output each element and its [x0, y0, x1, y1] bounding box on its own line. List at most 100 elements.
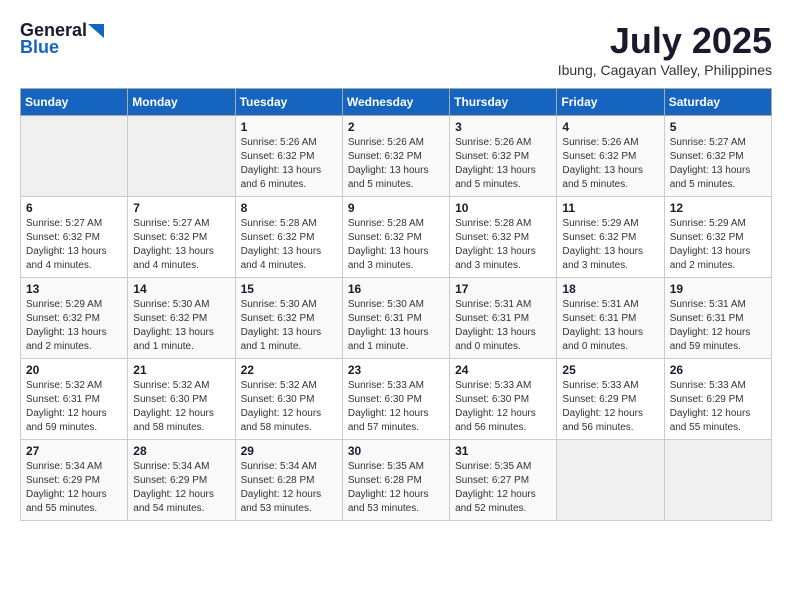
location: Ibung, Cagayan Valley, Philippines	[558, 62, 772, 78]
calendar-cell: 16 Sunrise: 5:30 AM Sunset: 6:31 PM Dayli…	[342, 278, 449, 359]
calendar-cell: 17 Sunrise: 5:31 AM Sunset: 6:31 PM Dayli…	[450, 278, 557, 359]
day-number: 21	[133, 363, 229, 377]
header: General Blue July 2025 Ibung, Cagayan Va…	[20, 20, 772, 78]
weekday-header-monday: Monday	[128, 89, 235, 116]
day-number: 3	[455, 120, 551, 134]
day-info: Sunrise: 5:31 AM Sunset: 6:31 PM Dayligh…	[455, 298, 551, 354]
day-info: Sunrise: 5:32 AM Sunset: 6:30 PM Dayligh…	[241, 379, 337, 435]
calendar-cell: 21 Sunrise: 5:32 AM Sunset: 6:30 PM Dayli…	[128, 359, 235, 440]
day-number: 9	[348, 201, 444, 215]
weekday-header-row: SundayMondayTuesdayWednesdayThursdayFrid…	[21, 89, 772, 116]
day-info: Sunrise: 5:31 AM Sunset: 6:31 PM Dayligh…	[670, 298, 766, 354]
day-info: Sunrise: 5:27 AM Sunset: 6:32 PM Dayligh…	[670, 136, 766, 192]
calendar-cell: 12 Sunrise: 5:29 AM Sunset: 6:32 PM Dayli…	[664, 197, 771, 278]
calendar-cell: 18 Sunrise: 5:31 AM Sunset: 6:31 PM Dayli…	[557, 278, 664, 359]
day-number: 26	[670, 363, 766, 377]
day-info: Sunrise: 5:26 AM Sunset: 6:32 PM Dayligh…	[455, 136, 551, 192]
day-info: Sunrise: 5:29 AM Sunset: 6:32 PM Dayligh…	[562, 217, 658, 273]
calendar-cell: 4 Sunrise: 5:26 AM Sunset: 6:32 PM Daylig…	[557, 116, 664, 197]
weekday-header-tuesday: Tuesday	[235, 89, 342, 116]
day-info: Sunrise: 5:32 AM Sunset: 6:31 PM Dayligh…	[26, 379, 122, 435]
day-info: Sunrise: 5:32 AM Sunset: 6:30 PM Dayligh…	[133, 379, 229, 435]
calendar-cell: 2 Sunrise: 5:26 AM Sunset: 6:32 PM Daylig…	[342, 116, 449, 197]
calendar-cell: 20 Sunrise: 5:32 AM Sunset: 6:31 PM Dayli…	[21, 359, 128, 440]
day-info: Sunrise: 5:34 AM Sunset: 6:29 PM Dayligh…	[133, 460, 229, 516]
calendar-cell: 25Sunrise: 5:33 AM Sunset: 6:29 PM Dayli…	[557, 359, 664, 440]
day-info: Sunrise: 5:33 AM Sunset: 6:30 PM Dayligh…	[348, 379, 444, 435]
day-number: 19	[670, 282, 766, 296]
day-info: Sunrise: 5:30 AM Sunset: 6:32 PM Dayligh…	[133, 298, 229, 354]
calendar-cell: 6Sunrise: 5:27 AM Sunset: 6:32 PM Daylig…	[21, 197, 128, 278]
day-info: Sunrise: 5:35 AM Sunset: 6:28 PM Dayligh…	[348, 460, 444, 516]
day-info: Sunrise: 5:34 AM Sunset: 6:28 PM Dayligh…	[241, 460, 337, 516]
calendar-cell: 13Sunrise: 5:29 AM Sunset: 6:32 PM Dayli…	[21, 278, 128, 359]
calendar-cell: 14 Sunrise: 5:30 AM Sunset: 6:32 PM Dayli…	[128, 278, 235, 359]
logo-blue-text: Blue	[20, 37, 59, 58]
day-number: 29	[241, 444, 337, 458]
day-info: Sunrise: 5:28 AM Sunset: 6:32 PM Dayligh…	[348, 217, 444, 273]
day-number: 6	[26, 201, 122, 215]
weekday-header-saturday: Saturday	[664, 89, 771, 116]
calendar-cell: 24Sunrise: 5:33 AM Sunset: 6:30 PM Dayli…	[450, 359, 557, 440]
calendar-cell	[128, 116, 235, 197]
calendar-cell: 9 Sunrise: 5:28 AM Sunset: 6:32 PM Daylig…	[342, 197, 449, 278]
day-number: 7	[133, 201, 229, 215]
title-area: July 2025 Ibung, Cagayan Valley, Philipp…	[558, 20, 772, 78]
calendar-cell: 8Sunrise: 5:28 AM Sunset: 6:32 PM Daylig…	[235, 197, 342, 278]
logo: General Blue	[20, 20, 105, 58]
calendar-week-row: 1 Sunrise: 5:26 AM Sunset: 6:32 PM Daylig…	[21, 116, 772, 197]
day-info: Sunrise: 5:29 AM Sunset: 6:32 PM Dayligh…	[26, 298, 122, 354]
calendar-cell: 3 Sunrise: 5:26 AM Sunset: 6:32 PM Daylig…	[450, 116, 557, 197]
calendar-cell: 7 Sunrise: 5:27 AM Sunset: 6:32 PM Daylig…	[128, 197, 235, 278]
calendar-cell: 23 Sunrise: 5:33 AM Sunset: 6:30 PM Dayli…	[342, 359, 449, 440]
calendar-table: SundayMondayTuesdayWednesdayThursdayFrid…	[20, 88, 772, 521]
day-number: 23	[348, 363, 444, 377]
day-number: 27	[26, 444, 122, 458]
day-number: 12	[670, 201, 766, 215]
day-number: 30	[348, 444, 444, 458]
calendar-cell	[21, 116, 128, 197]
day-number: 18	[562, 282, 658, 296]
day-info: Sunrise: 5:29 AM Sunset: 6:32 PM Dayligh…	[670, 217, 766, 273]
calendar-week-row: 27 Sunrise: 5:34 AM Sunset: 6:29 PM Dayli…	[21, 440, 772, 521]
day-info: Sunrise: 5:34 AM Sunset: 6:29 PM Dayligh…	[26, 460, 122, 516]
weekday-header-sunday: Sunday	[21, 89, 128, 116]
weekday-header-thursday: Thursday	[450, 89, 557, 116]
day-info: Sunrise: 5:31 AM Sunset: 6:31 PM Dayligh…	[562, 298, 658, 354]
day-info: Sunrise: 5:35 AM Sunset: 6:27 PM Dayligh…	[455, 460, 551, 516]
calendar-cell	[557, 440, 664, 521]
calendar-cell	[664, 440, 771, 521]
calendar-cell: 10Sunrise: 5:28 AM Sunset: 6:32 PM Dayli…	[450, 197, 557, 278]
day-number: 25	[562, 363, 658, 377]
logo-arrow-icon	[88, 24, 104, 38]
day-info: Sunrise: 5:26 AM Sunset: 6:32 PM Dayligh…	[562, 136, 658, 192]
day-number: 24	[455, 363, 551, 377]
day-info: Sunrise: 5:28 AM Sunset: 6:32 PM Dayligh…	[455, 217, 551, 273]
day-info: Sunrise: 5:30 AM Sunset: 6:31 PM Dayligh…	[348, 298, 444, 354]
day-info: Sunrise: 5:26 AM Sunset: 6:32 PM Dayligh…	[241, 136, 337, 192]
calendar-cell: 29 Sunrise: 5:34 AM Sunset: 6:28 PM Dayli…	[235, 440, 342, 521]
calendar-cell: 15Sunrise: 5:30 AM Sunset: 6:32 PM Dayli…	[235, 278, 342, 359]
calendar-cell: 1 Sunrise: 5:26 AM Sunset: 6:32 PM Daylig…	[235, 116, 342, 197]
day-number: 17	[455, 282, 551, 296]
calendar-cell: 27 Sunrise: 5:34 AM Sunset: 6:29 PM Dayli…	[21, 440, 128, 521]
calendar-week-row: 20 Sunrise: 5:32 AM Sunset: 6:31 PM Dayli…	[21, 359, 772, 440]
calendar-cell: 5Sunrise: 5:27 AM Sunset: 6:32 PM Daylig…	[664, 116, 771, 197]
day-number: 16	[348, 282, 444, 296]
day-number: 4	[562, 120, 658, 134]
day-info: Sunrise: 5:26 AM Sunset: 6:32 PM Dayligh…	[348, 136, 444, 192]
calendar-cell: 31Sunrise: 5:35 AM Sunset: 6:27 PM Dayli…	[450, 440, 557, 521]
calendar-week-row: 6 Sunrise: 5:27 AM Sunset: 6:32 PM Daylig…	[21, 197, 772, 278]
calendar-cell: 26Sunrise: 5:33 AM Sunset: 6:29 PM Dayli…	[664, 359, 771, 440]
day-number: 11	[562, 201, 658, 215]
weekday-header-friday: Friday	[557, 89, 664, 116]
day-number: 20	[26, 363, 122, 377]
month-year: July 2025	[558, 20, 772, 62]
day-number: 2	[348, 120, 444, 134]
calendar-cell: 11 Sunrise: 5:29 AM Sunset: 6:32 PM Dayli…	[557, 197, 664, 278]
day-number: 1	[241, 120, 337, 134]
day-info: Sunrise: 5:30 AM Sunset: 6:32 PM Dayligh…	[241, 298, 337, 354]
day-number: 14	[133, 282, 229, 296]
day-info: Sunrise: 5:27 AM Sunset: 6:32 PM Dayligh…	[133, 217, 229, 273]
day-number: 22	[241, 363, 337, 377]
